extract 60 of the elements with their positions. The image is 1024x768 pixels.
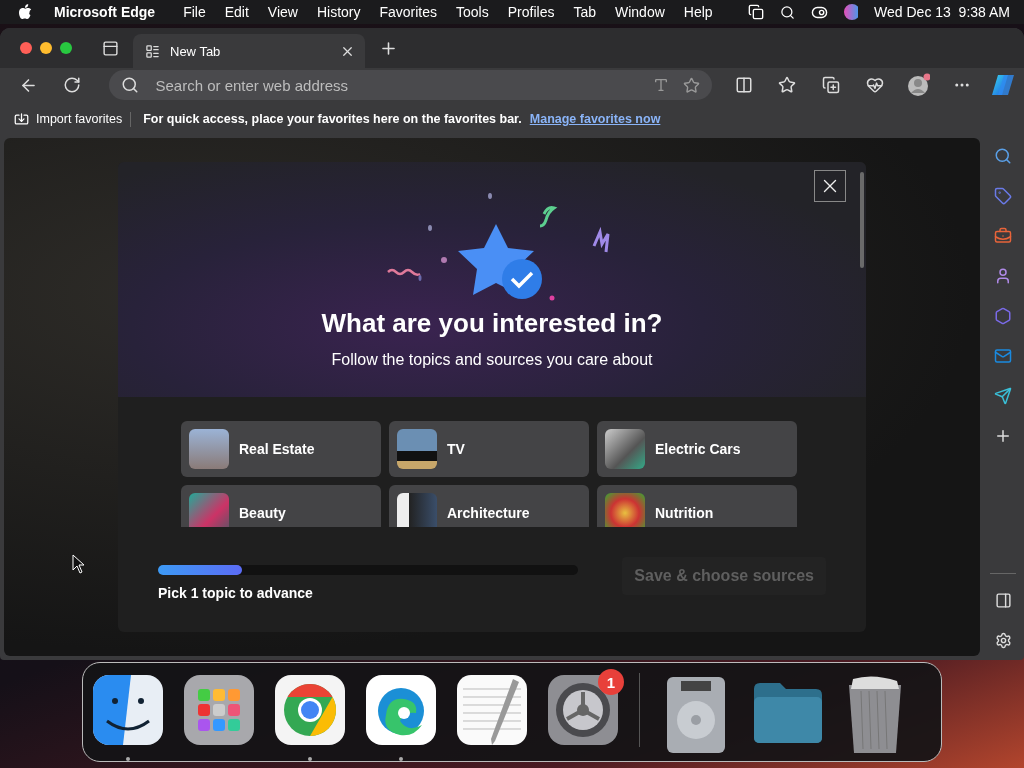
topic-card[interactable]: Beauty — [181, 485, 381, 527]
menu-item[interactable]: Favorites — [379, 4, 438, 20]
photo-placeholder — [397, 429, 437, 469]
manage-favorites-link[interactable]: Manage favorites now — [529, 112, 661, 126]
orb-icon[interactable] — [843, 4, 859, 20]
photo-placeholder — [605, 429, 645, 469]
import-icon — [14, 111, 29, 127]
import-favorites-button[interactable]: Import favorites — [14, 111, 132, 127]
menu-item[interactable]: Edit — [224, 4, 249, 20]
apple-logo-icon[interactable] — [18, 4, 32, 20]
browser-wave-icon[interactable] — [366, 675, 436, 745]
topic-card[interactable]: TV — [389, 421, 589, 477]
zoom-window-button[interactable] — [60, 42, 72, 54]
notepad-pen-icon[interactable] — [457, 675, 527, 745]
close-window-button[interactable] — [20, 42, 32, 54]
clock: Wed Dec 13 9:38 AM — [874, 4, 1010, 20]
menu-item[interactable]: History — [316, 4, 361, 20]
menu-item[interactable]: View — [267, 4, 298, 20]
photo-placeholder — [189, 429, 229, 469]
menu-item[interactable]: Tab — [573, 4, 596, 20]
photo-placeholder — [605, 493, 645, 527]
menu-item[interactable]: Profiles — [507, 4, 555, 20]
screen-mirror-icon[interactable] — [747, 4, 764, 20]
topic-card[interactable]: Nutrition — [597, 485, 797, 527]
photo-placeholder — [397, 493, 437, 527]
topic-card[interactable]: Real Estate — [181, 421, 381, 477]
page-icon — [145, 43, 160, 59]
star-icon[interactable] — [682, 76, 700, 94]
copilot-logo-icon[interactable] — [990, 73, 1016, 97]
running-indicator — [308, 757, 312, 761]
search-icon[interactable] — [779, 4, 795, 20]
photo-placeholder — [189, 493, 229, 527]
favorites-bar-hint: For quick access, place your favorites here on the favorites bar. — [143, 112, 522, 126]
scrollbar-thumb[interactable] — [860, 172, 864, 268]
gear-icon[interactable] — [548, 675, 618, 745]
menu-item[interactable]: Help — [683, 4, 713, 20]
finder-face-icon[interactable] — [93, 675, 163, 745]
search-icon — [121, 76, 140, 94]
notification-badge: 1 — [598, 669, 624, 695]
address-field[interactable]: Search or enter web address — [153, 75, 639, 95]
menu-item[interactable]: Window — [615, 4, 665, 20]
browser-tab[interactable]: New Tab — [133, 34, 365, 68]
menu-item[interactable]: File — [183, 4, 206, 20]
tab-actions-icon[interactable] — [102, 39, 119, 57]
topic-card[interactable]: Electric Cars — [597, 421, 797, 477]
minimize-window-button[interactable] — [40, 42, 52, 54]
browser-icon[interactable] — [275, 675, 345, 745]
menu-item[interactable]: Tools — [456, 4, 489, 20]
app-name: Microsoft Edge — [54, 4, 156, 20]
mouse-pointer-icon — [72, 554, 86, 574]
app-grid-icon[interactable] — [184, 675, 254, 745]
dialog-subtitle: Follow the topics and sources you care about — [331, 351, 653, 369]
topic-card[interactable]: Architecture — [389, 485, 589, 527]
running-indicator — [399, 757, 403, 761]
address-bar[interactable]: Search or enter web address — [109, 70, 712, 100]
running-indicator — [126, 757, 130, 761]
letter-icon[interactable] — [652, 77, 669, 93]
avatar-icon[interactable] — [906, 73, 931, 97]
dialog-title: What are you interested in? — [321, 308, 663, 339]
progress-caption: Pick 1 topic to advance — [158, 585, 314, 601]
